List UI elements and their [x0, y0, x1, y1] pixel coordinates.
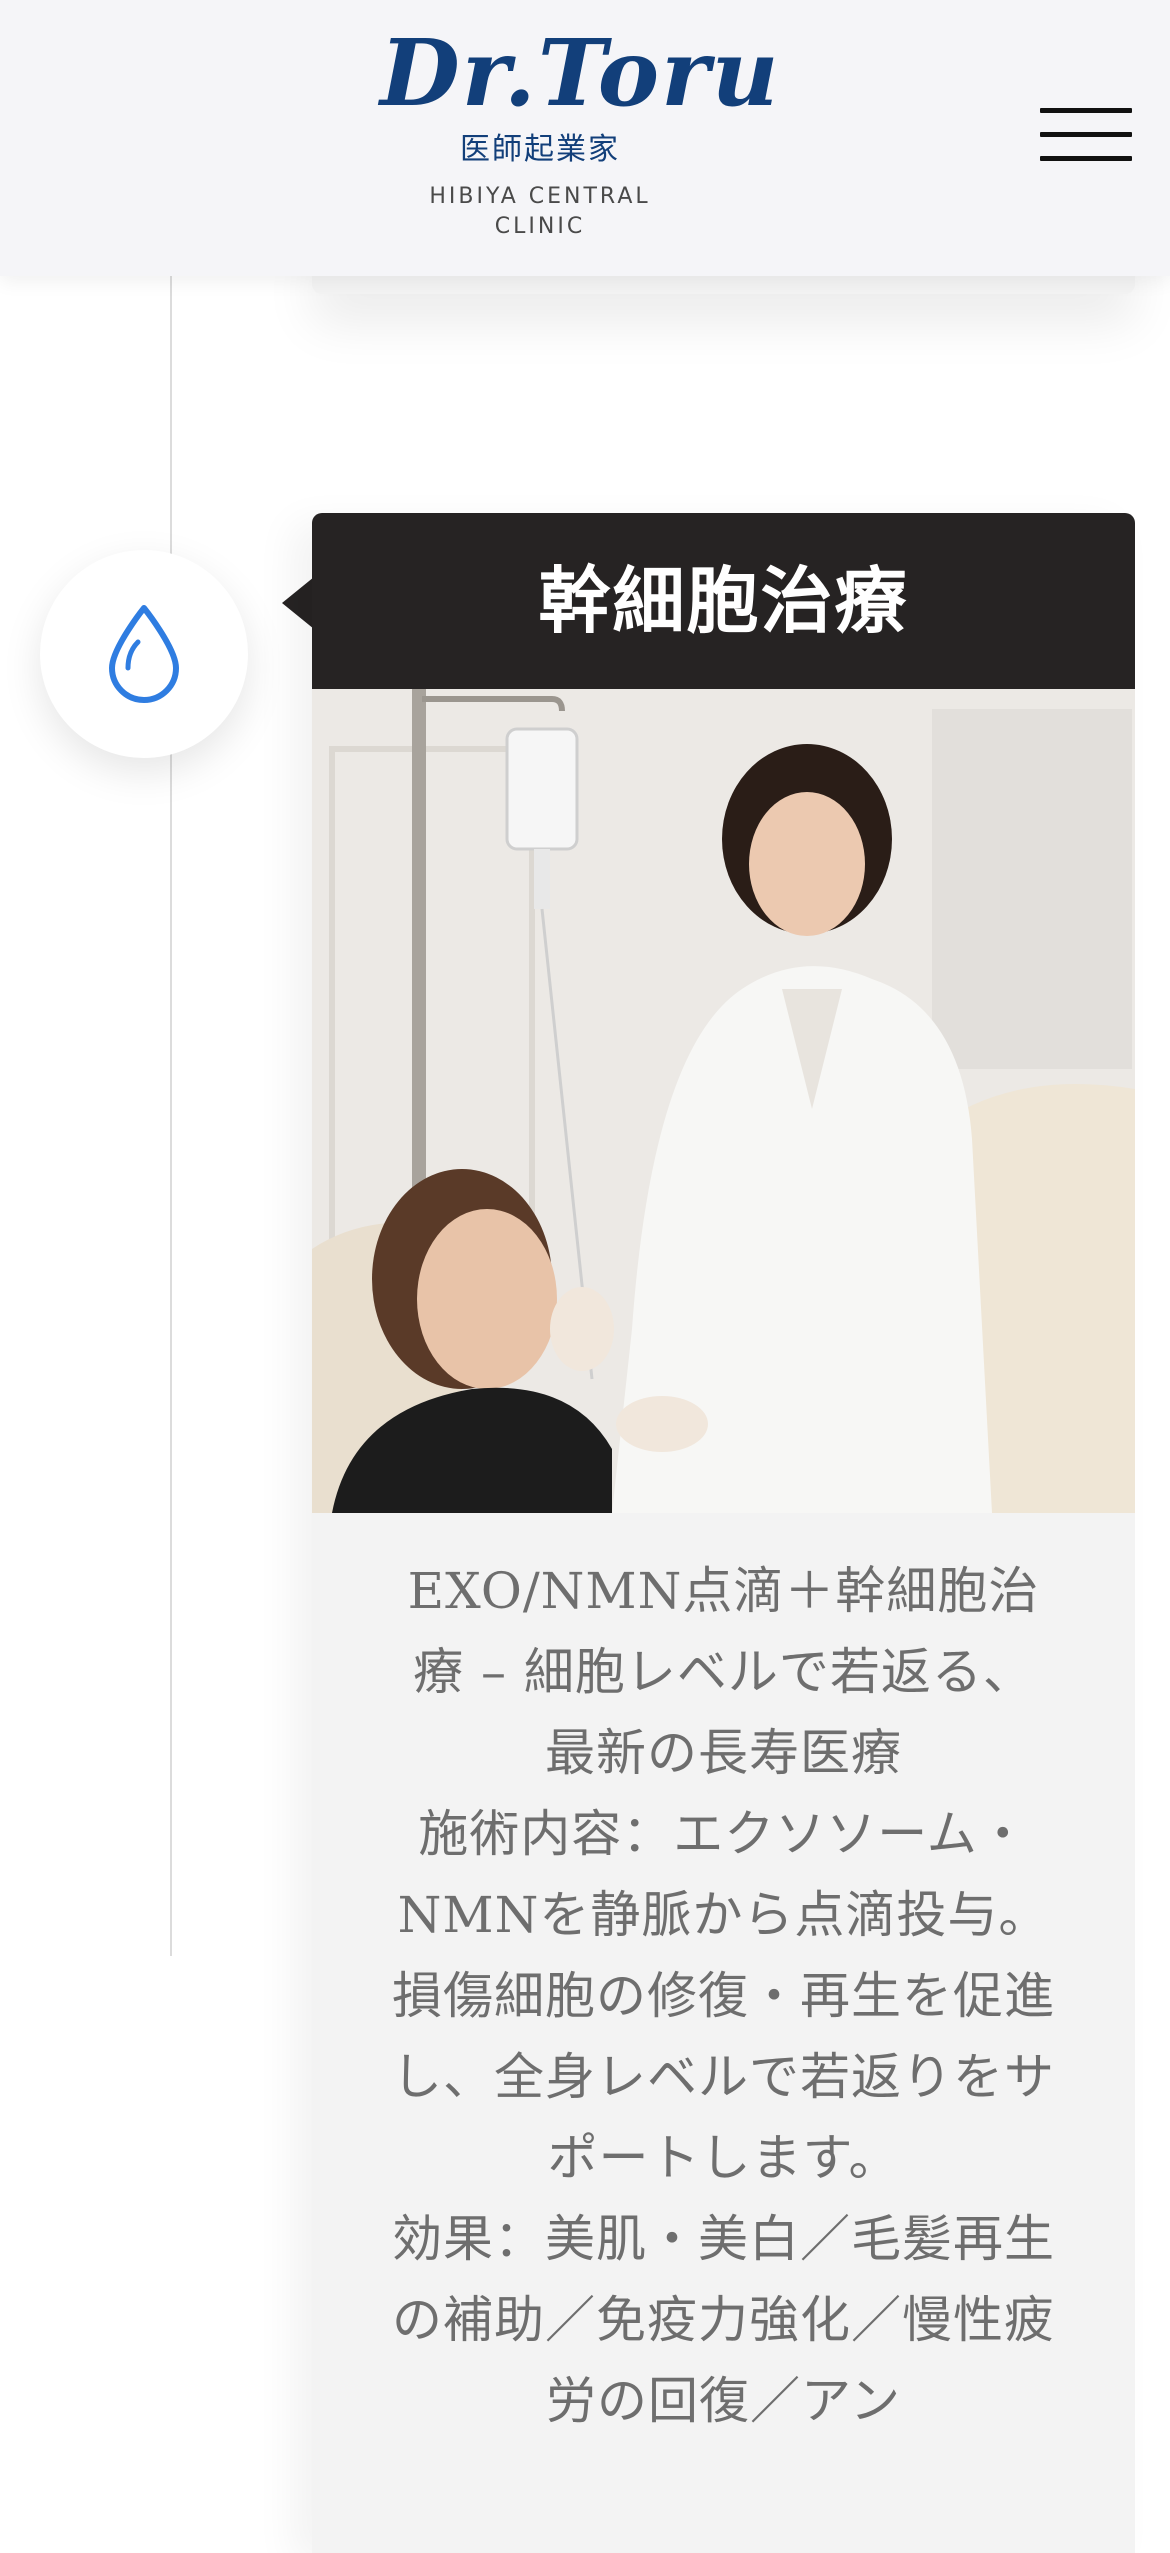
timeline-line — [170, 276, 172, 1956]
treatment-photo-illustration — [312, 689, 1135, 1513]
water-drop-icon — [109, 605, 179, 703]
logo-subtitle: 医師起業家 — [460, 132, 620, 167]
logo-clinic-name: HIBIYA CENTRAL CLINIC — [429, 184, 651, 239]
timeline-marker — [40, 550, 248, 758]
effects-paragraph: 効果：美肌・美白／毛髪再生の補助／免疫力強化／慢性疲労の回復／アン — [392, 2210, 1055, 2430]
card-description: EXO/NMN点滴＋幹細胞治療 – 細胞レベルで若返る、最新の長寿医療 施術内容… — [312, 1513, 1135, 2442]
card-title: 幹細胞治療 — [312, 513, 1135, 689]
site-header: Dr.Toru 医師起業家 HIBIYA CENTRAL CLINIC — [0, 0, 1170, 276]
logo-script: Dr.Toru — [380, 19, 781, 127]
clinic-logo[interactable]: Dr.Toru 医師起業家 HIBIYA CENTRAL CLINIC — [380, 18, 781, 239]
treatment-card: 幹細胞治療 EXO/NMN点滴＋幹細胞治療 – 細胞レベルで若返る、最新の長寿医… — [312, 513, 1135, 2553]
doctor-treating-patient-with-iv-drip-photo — [312, 689, 1135, 1513]
card-pointer — [282, 577, 314, 629]
procedure-paragraph: 施術内容：エクソソーム・NMNを静脈から点滴投与。損傷細胞の修復・再生を促進し、… — [392, 1805, 1055, 2187]
hamburger-menu-icon[interactable] — [1040, 108, 1136, 164]
intro-paragraph: EXO/NMN点滴＋幹細胞治療 – 細胞レベルで若返る、最新の長寿医療 — [407, 1562, 1040, 1782]
